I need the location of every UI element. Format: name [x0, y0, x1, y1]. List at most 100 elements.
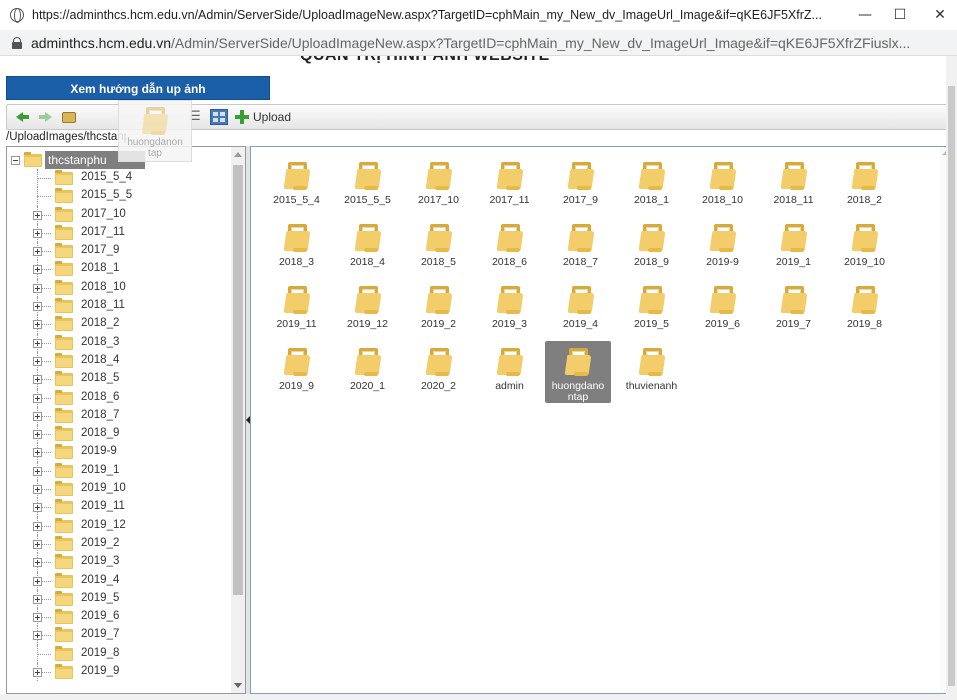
folder-tile[interactable]: 2019_4	[545, 279, 616, 341]
address-url[interactable]: adminthcs.hcm.edu.vn/Admin/ServerSide/Up…	[31, 35, 957, 51]
tree-item[interactable]: 2019_1	[7, 461, 227, 481]
tree-scroll-thumb[interactable]	[233, 165, 243, 595]
folder-tile[interactable]: 2018_1	[616, 155, 687, 217]
upload-guide-button[interactable]: Xem hướng dẫn up ảnh	[6, 76, 270, 100]
folder-tile[interactable]: 2019_1	[758, 217, 829, 279]
address-bar[interactable]: adminthcs.hcm.edu.vn/Admin/ServerSide/Up…	[0, 30, 957, 56]
expand-icon[interactable]	[33, 485, 42, 495]
expand-icon[interactable]	[33, 247, 42, 257]
expand-icon[interactable]	[33, 356, 42, 366]
folder-tile[interactable]: 2019_10	[829, 217, 900, 279]
tree-item[interactable]: 2018_9	[7, 425, 227, 444]
folder-tile[interactable]: 2019_2	[403, 279, 474, 341]
expand-icon[interactable]	[33, 466, 42, 476]
folder-tile[interactable]: 2019_5	[616, 279, 687, 341]
tree-item[interactable]: 2018_5	[7, 370, 227, 389]
tree-item[interactable]: 2018_10	[7, 278, 227, 298]
folder-tile[interactable]: 2018_7	[545, 217, 616, 279]
expand-icon[interactable]	[33, 668, 42, 678]
tree-item[interactable]: 2018_3	[7, 333, 227, 352]
tree-item[interactable]: 2019_10	[7, 480, 227, 499]
collapse-icon[interactable]	[11, 155, 20, 165]
scroll-down-icon[interactable]	[234, 683, 242, 688]
tree-scrollbar[interactable]	[231, 147, 245, 693]
folder-tile[interactable]: admin	[474, 341, 545, 403]
folder-tile[interactable]: 2018_11	[758, 155, 829, 217]
folder-tile[interactable]: 2019_11	[261, 279, 332, 341]
tree-item[interactable]: 2019_11	[7, 498, 227, 517]
tree-item[interactable]: 2019_4	[7, 571, 227, 590]
thumbnail-view-button[interactable]	[209, 107, 229, 127]
folder-tile[interactable]: huongdano ntap	[545, 341, 611, 403]
page-scrollbar[interactable]	[946, 56, 957, 700]
expand-icon[interactable]	[33, 283, 42, 293]
expand-icon[interactable]	[33, 613, 42, 623]
expand-icon[interactable]	[33, 393, 42, 403]
expand-icon[interactable]	[33, 631, 42, 641]
tree-item[interactable]: 2018_1	[7, 260, 227, 279]
horizontal-scrollbar[interactable]	[0, 694, 957, 700]
folder-tile[interactable]: 2020_2	[403, 341, 474, 403]
expand-icon[interactable]	[33, 302, 42, 312]
folder-tile[interactable]: 2018_4	[332, 217, 403, 279]
maximize-button[interactable]: ☐	[887, 6, 913, 24]
tree-item[interactable]: 2018_7	[7, 406, 227, 426]
tree-item[interactable]: 2017_9	[7, 242, 227, 261]
tree-item[interactable]: 2019_5	[7, 589, 227, 609]
tree-item[interactable]: 2019_12	[7, 516, 227, 535]
tree-item[interactable]: 2018_2	[7, 315, 227, 334]
folder-tile[interactable]: 2018_2	[829, 155, 900, 217]
expand-icon[interactable]	[33, 448, 42, 458]
back-button[interactable]	[11, 107, 31, 127]
folder-tile[interactable]: 2017_10	[403, 155, 474, 217]
expand-icon[interactable]	[33, 503, 42, 513]
folder-tile[interactable]: 2018_9	[616, 217, 687, 279]
forward-button[interactable]	[35, 107, 55, 127]
tree-item[interactable]: 2019-9	[7, 443, 227, 462]
folder-tile[interactable]: 2015_5_5	[332, 155, 403, 217]
tree-item[interactable]: 2017_10	[7, 205, 227, 224]
folder-tile[interactable]: 2019-9	[687, 217, 758, 279]
expand-icon[interactable]	[33, 210, 42, 220]
expand-icon[interactable]	[33, 265, 42, 275]
folder-tile[interactable]: 2019_8	[829, 279, 900, 341]
expand-icon[interactable]	[33, 558, 42, 568]
expand-icon[interactable]	[33, 338, 42, 348]
folder-tile[interactable]: 2018_3	[261, 217, 332, 279]
folder-tile[interactable]: 2017_9	[545, 155, 616, 217]
expand-icon[interactable]	[33, 228, 42, 238]
expand-icon[interactable]	[33, 576, 42, 586]
tree-item[interactable]: 2018_4	[7, 351, 227, 371]
folder-tile[interactable]: 2015_5_4	[261, 155, 332, 217]
scroll-up-icon[interactable]	[234, 152, 242, 157]
expand-icon[interactable]	[33, 411, 42, 421]
folder-tile[interactable]: 2018_6	[474, 217, 545, 279]
print-button[interactable]	[59, 107, 79, 127]
expand-icon[interactable]	[33, 375, 42, 385]
tree-item[interactable]: 2015_5_5	[7, 187, 227, 206]
tree-item[interactable]: 2015_5_4	[7, 169, 227, 188]
folder-tile[interactable]: 2019_6	[687, 279, 758, 341]
upload-button[interactable]: Upload	[235, 110, 291, 124]
minimize-button[interactable]: —	[852, 6, 878, 24]
tree-item[interactable]: 2019_3	[7, 553, 227, 572]
folder-tile[interactable]: 2018_10	[687, 155, 758, 217]
folder-tile[interactable]: thuvienanh	[616, 341, 687, 403]
tree-item[interactable]: 2019_9	[7, 663, 227, 682]
folder-tile[interactable]: 2019_12	[332, 279, 403, 341]
tree-item[interactable]: 2018_11	[7, 297, 227, 316]
expand-icon[interactable]	[33, 521, 42, 531]
tree-item[interactable]: 2019_6	[7, 608, 227, 627]
folder-tile[interactable]: 2020_1	[332, 341, 403, 403]
page-scroll-thumb[interactable]	[948, 86, 955, 686]
tree-item[interactable]: 2017_11	[7, 223, 227, 243]
close-button[interactable]: ✕	[927, 6, 953, 24]
tree-item[interactable]: 2019_2	[7, 534, 227, 554]
expand-icon[interactable]	[33, 539, 42, 549]
folder-tile[interactable]: 2019_3	[474, 279, 545, 341]
folder-tile[interactable]: 2018_5	[403, 217, 474, 279]
folder-tile[interactable]: 2019_9	[261, 341, 332, 403]
tree-item[interactable]: 2019_7	[7, 626, 227, 645]
expand-icon[interactable]	[33, 430, 42, 440]
tree-item[interactable]: 2019_8	[7, 644, 227, 664]
